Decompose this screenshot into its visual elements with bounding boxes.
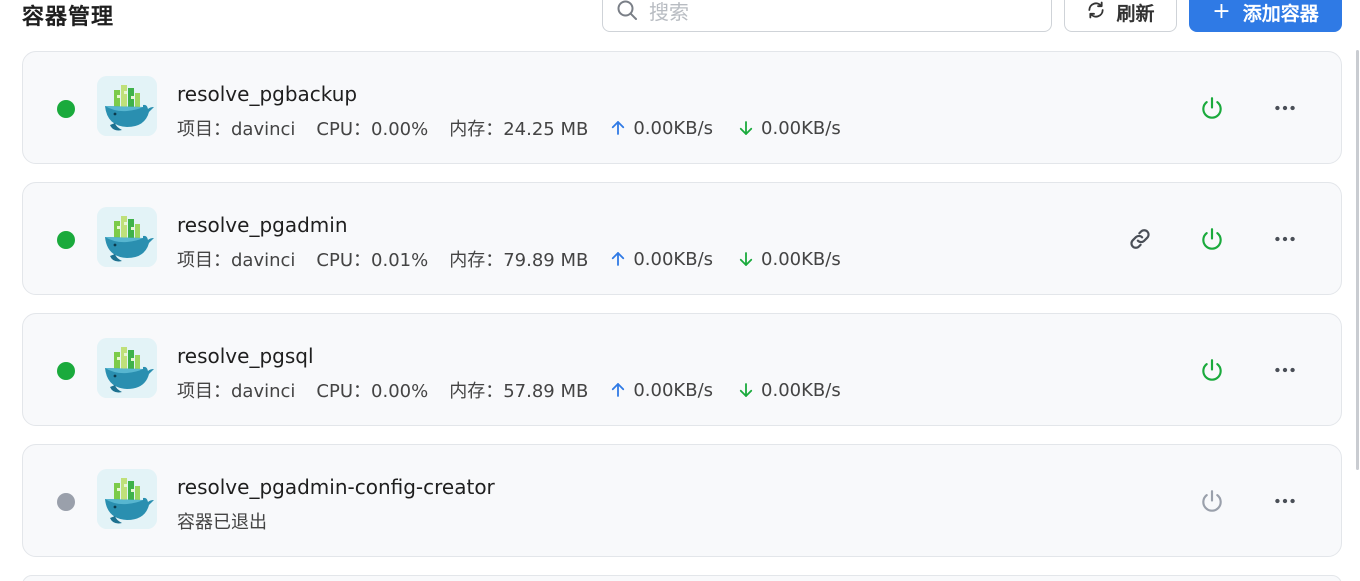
container-card[interactable]: resolve_pgadmin-config-creator 容器已退出	[22, 444, 1342, 557]
power-icon[interactable]	[1199, 95, 1225, 121]
upload-rate: 0.00KB/s	[609, 249, 713, 270]
container-meta: 项目：davinci CPU：0.01% 内存：79.89 MB 0.00KB/s 0.…	[177, 246, 865, 272]
upload-rate-text: 0.00KB/s	[633, 379, 714, 401]
container-avatar	[97, 76, 157, 136]
container-name: resolve_pgbackup	[177, 82, 358, 106]
container-meta: 容器已退出	[177, 508, 267, 534]
container-avatar	[97, 207, 157, 267]
download-rate: 0.00KB/s	[737, 380, 841, 401]
cpu-text: CPU：0.00%	[316, 119, 429, 140]
container-card-partial	[22, 575, 1342, 581]
container-name: resolve_pgsql	[177, 344, 314, 368]
arrow-down-icon	[739, 252, 753, 266]
container-card[interactable]: resolve_pgbackup 项目：davinci CPU：0.00% 内存：2…	[22, 51, 1342, 164]
container-meta: 项目：davinci CPU：0.00% 内存：24.25 MB 0.00KB/s 0.…	[177, 115, 865, 141]
search-box[interactable]	[602, 0, 1052, 32]
docker-whale-icon	[97, 76, 157, 136]
search-icon	[615, 0, 639, 26]
memory-text: 内存：79.89 MB	[449, 250, 589, 271]
add-container-button[interactable]: + 添加容器	[1189, 0, 1342, 32]
container-card[interactable]: resolve_pgadmin 项目：davinci CPU：0.01% 内存：79…	[22, 182, 1342, 295]
power-icon[interactable]	[1199, 357, 1225, 383]
arrow-down-icon	[739, 121, 753, 135]
more-icon[interactable]	[1272, 488, 1298, 514]
memory-text: 内存：24.25 MB	[449, 119, 589, 140]
plus-icon: +	[1212, 0, 1231, 24]
download-rate-text: 0.00KB/s	[761, 117, 841, 139]
power-icon[interactable]	[1199, 488, 1225, 514]
power-icon[interactable]	[1199, 226, 1225, 252]
status-text: 容器已退出	[177, 512, 267, 533]
download-rate: 0.00KB/s	[737, 118, 841, 139]
project-text: 项目：davinci	[177, 381, 296, 402]
upload-rate: 0.00KB/s	[609, 118, 713, 139]
scrollbar[interactable]	[1356, 50, 1359, 470]
download-rate-text: 0.00KB/s	[761, 248, 841, 270]
docker-whale-icon	[97, 469, 157, 529]
docker-whale-icon	[97, 207, 157, 267]
refresh-icon	[1086, 0, 1106, 25]
refresh-label: 刷新	[1116, 2, 1155, 25]
download-rate-text: 0.00KB/s	[761, 379, 841, 401]
status-dot-running	[57, 100, 75, 118]
more-icon[interactable]	[1272, 357, 1298, 383]
container-card[interactable]: resolve_pgsql 项目：davinci CPU：0.00% 内存：57.8…	[22, 313, 1342, 426]
status-dot-running	[57, 362, 75, 380]
refresh-button[interactable]: 刷新	[1064, 0, 1177, 32]
docker-whale-icon	[97, 338, 157, 398]
link-icon[interactable]	[1127, 226, 1153, 252]
container-avatar	[97, 469, 157, 529]
container-management-page: 容器管理 刷新 + 添加容器	[0, 0, 1360, 581]
upload-rate: 0.00KB/s	[609, 380, 713, 401]
container-avatar	[97, 338, 157, 398]
container-name: resolve_pgadmin	[177, 213, 348, 237]
search-input[interactable]	[649, 0, 1029, 24]
cpu-text: CPU：0.00%	[316, 381, 429, 402]
status-dot-stopped	[57, 493, 75, 511]
download-rate: 0.00KB/s	[737, 249, 841, 270]
project-text: 项目：davinci	[177, 250, 296, 271]
project-text: 项目：davinci	[177, 119, 296, 140]
more-icon[interactable]	[1272, 226, 1298, 252]
memory-text: 内存：57.89 MB	[449, 381, 589, 402]
more-icon[interactable]	[1272, 95, 1298, 121]
arrow-up-icon	[612, 121, 625, 135]
arrow-up-icon	[612, 252, 625, 266]
container-name: resolve_pgadmin-config-creator	[177, 475, 495, 499]
upload-rate-text: 0.00KB/s	[633, 248, 714, 270]
page-title: 容器管理	[22, 5, 115, 30]
cpu-text: CPU：0.01%	[316, 250, 429, 271]
arrow-down-icon	[739, 383, 753, 397]
upload-rate-text: 0.00KB/s	[633, 117, 714, 139]
arrow-up-icon	[612, 383, 625, 397]
container-meta: 项目：davinci CPU：0.00% 内存：57.89 MB 0.00KB/s 0.…	[177, 377, 865, 403]
status-dot-running	[57, 231, 75, 249]
add-container-label: 添加容器	[1242, 2, 1319, 25]
